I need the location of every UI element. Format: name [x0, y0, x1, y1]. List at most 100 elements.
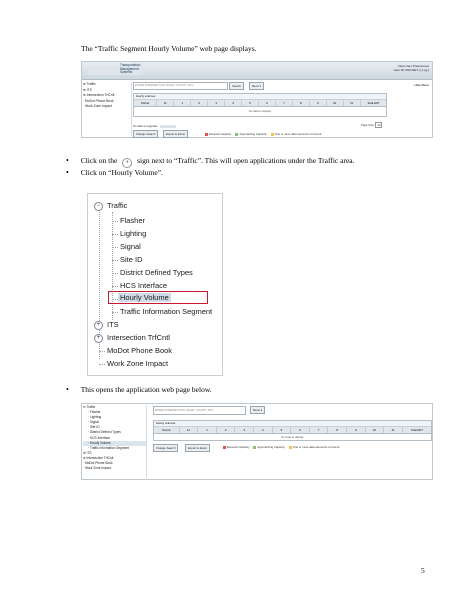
- legend-swatch: [205, 132, 208, 136]
- tree-line: [99, 351, 105, 352]
- tree-node-modot-phone-book[interactable]: MoDot Phone Book: [107, 346, 172, 355]
- column-header: 10: [366, 427, 385, 433]
- main-panel: ENTER INTERSECTION, ROAD, COUNTY, ETC. S…: [133, 82, 432, 138]
- legend-label: One or more data elements not found: [274, 132, 322, 136]
- legend-item: Approaching Capacity: [235, 132, 267, 136]
- pager-buttons[interactable]: [160, 124, 177, 128]
- sidebar: ⊕ Traffic ⊕ ITS ⊕ Intersection TrfCntl ·…: [83, 82, 132, 136]
- column-header: 6: [291, 427, 310, 433]
- column-header: 2: [191, 100, 209, 106]
- column-header: 3: [235, 427, 255, 433]
- bullet-1: • Click on the + sign next to “Traffic”.…: [66, 156, 355, 168]
- screenshot-tree-menu: − Traffic Flasher Lighting Signal Site I…: [87, 193, 223, 376]
- legend-label: Exceeds Capacity: [209, 132, 232, 136]
- pager-text: No data to paginate: [133, 124, 158, 128]
- tree-node-signal[interactable]: Signal: [120, 242, 141, 251]
- tree-node-site-id[interactable]: Site ID: [120, 255, 143, 264]
- legend-swatch: [223, 445, 226, 449]
- pagination: No data to paginate: [133, 124, 177, 128]
- tree-node-intersection[interactable]: Intersection TrfCntl: [107, 333, 170, 342]
- export-excel-button[interactable]: Export to Excel: [185, 444, 210, 452]
- page-size-label: Page Size:: [361, 123, 375, 127]
- intro-text: The “Traffic Segment Hourly Volume” web …: [81, 44, 257, 53]
- plus-icon: +: [122, 158, 133, 168]
- column-header: 5: [242, 100, 259, 106]
- column-header: 4: [225, 100, 242, 106]
- expand-icon[interactable]: +: [94, 334, 103, 343]
- bullet-3: • This opens the application web page be…: [66, 385, 212, 394]
- tree-line: [112, 286, 118, 287]
- search-input[interactable]: ENTER INTERSECTION, ROAD, COUNTY, ETC.: [153, 406, 246, 415]
- tree-node-lighting[interactable]: Lighting: [120, 229, 146, 238]
- tree-line: [112, 247, 118, 248]
- column-header: 1: [198, 427, 217, 433]
- bullet-2: • Click on “Hourly Volume”.: [66, 168, 163, 177]
- tree-node-hcs-interface[interactable]: HCS Interface: [120, 281, 167, 290]
- brand-line: Systems: [120, 70, 133, 75]
- column-header: 8: [328, 427, 347, 433]
- bullet-text: sign next to “Traffic”. This will open a…: [137, 156, 355, 165]
- legend-swatch: [270, 132, 274, 136]
- column-header: Total ADT: [410, 428, 423, 432]
- column-header: 7: [310, 427, 329, 433]
- hourly-volume-table: Hourly volumes Period 11 1 2 3 4 5 6 7 8…: [153, 420, 432, 441]
- page-size-select[interactable]: 10: [375, 122, 383, 128]
- column-header: 6: [259, 100, 276, 106]
- change-search-button[interactable]: Change Search: [133, 130, 159, 138]
- column-header: 11: [384, 427, 403, 433]
- legend: Exceeds Capacity Approaching Capacity On…: [223, 445, 339, 449]
- legend-item: Exceeds Capacity: [223, 445, 249, 449]
- highlight-box: [108, 291, 208, 304]
- no-data-message: No data to display: [248, 109, 272, 113]
- tree-line: [112, 260, 118, 261]
- table-header: Period 11 1 2 3 4 5 6 7 8 9 10 11 Total …: [154, 427, 431, 434]
- main-panel: ENTER INTERSECTION, ROAD, COUNTY, ETC. M…: [153, 405, 432, 477]
- sidebar-item[interactable]: · Work Zone Impact: [83, 466, 146, 471]
- legend-swatch: [235, 132, 239, 136]
- menu-button[interactable]: Menu ▾: [249, 82, 265, 90]
- sidebar: ⊖ Traffic · Flasher · Lighting · Signal …: [83, 405, 147, 478]
- sidebar-item-workzone[interactable]: · Work Zone Impact: [83, 104, 131, 110]
- legend-swatch: [253, 445, 257, 449]
- column-header: 2: [217, 427, 236, 433]
- search-button[interactable]: Search: [229, 82, 244, 90]
- legend-label: Approaching Capacity: [257, 445, 285, 449]
- tree-node-work-zone-impact[interactable]: Work Zone Impact: [107, 359, 168, 368]
- export-excel-button[interactable]: Export to Excel: [163, 130, 188, 138]
- change-search-button[interactable]: Change Search: [153, 444, 179, 452]
- table-header: Period 11 1 2 3 4 5 6 7 8 9 10 11 Total …: [134, 100, 386, 107]
- search-input[interactable]: ENTER INTERSECTION, ROAD, COUNTY, ETC.: [133, 82, 228, 90]
- column-header: 5: [273, 427, 292, 433]
- hourly-volume-table: Hourly volumes Period 11 1 2 3 4 5 6 7 8…: [133, 93, 387, 117]
- tree-line: [112, 312, 118, 313]
- user-bar: Clear User Preferences User ID: MOUSET |…: [394, 64, 429, 72]
- tree-line: [112, 234, 118, 235]
- tree-node-traffic[interactable]: Traffic: [107, 201, 127, 210]
- screenshot-hourly-volume-page: Transportation Management Systems Clear …: [81, 61, 433, 138]
- screenshot-application-page: ⊖ Traffic · Flasher · Lighting · Signal …: [81, 403, 433, 480]
- brand-title: Transportation Management Systems: [120, 63, 140, 75]
- column-header: 10: [327, 100, 344, 106]
- menu-button[interactable]: Menu ▾: [250, 406, 266, 414]
- column-header: 9: [347, 427, 366, 433]
- column-header: Period: [134, 100, 158, 106]
- tree-node-district-defined-types[interactable]: District Defined Types: [120, 268, 193, 277]
- app-banner: Transportation Management Systems Clear …: [82, 62, 432, 80]
- column-header: 7: [276, 100, 293, 106]
- bullet-dot: •: [66, 156, 69, 165]
- expand-icon[interactable]: +: [94, 321, 103, 330]
- bullet-text: Click on the: [80, 156, 118, 165]
- legend-swatch: [288, 445, 292, 449]
- column-header: 8: [293, 100, 310, 106]
- legend-label: One or more data elements not found: [292, 445, 340, 449]
- legend: Exceeds Capacity Approaching Capacity On…: [205, 132, 321, 136]
- tree-line: [112, 221, 118, 222]
- tree-node-flasher[interactable]: Flasher: [120, 216, 145, 225]
- bullet-text: Click on “Hourly Volume”.: [80, 168, 163, 177]
- collapse-icon[interactable]: −: [94, 202, 103, 211]
- tree-node-traffic-information-segment[interactable]: Traffic Information Segment: [120, 307, 212, 316]
- tree-line: [99, 364, 105, 365]
- legend-item: Exceeds Capacity: [205, 132, 231, 136]
- column-header: Total ADT: [367, 101, 380, 105]
- tree-node-its[interactable]: ITS: [107, 320, 119, 329]
